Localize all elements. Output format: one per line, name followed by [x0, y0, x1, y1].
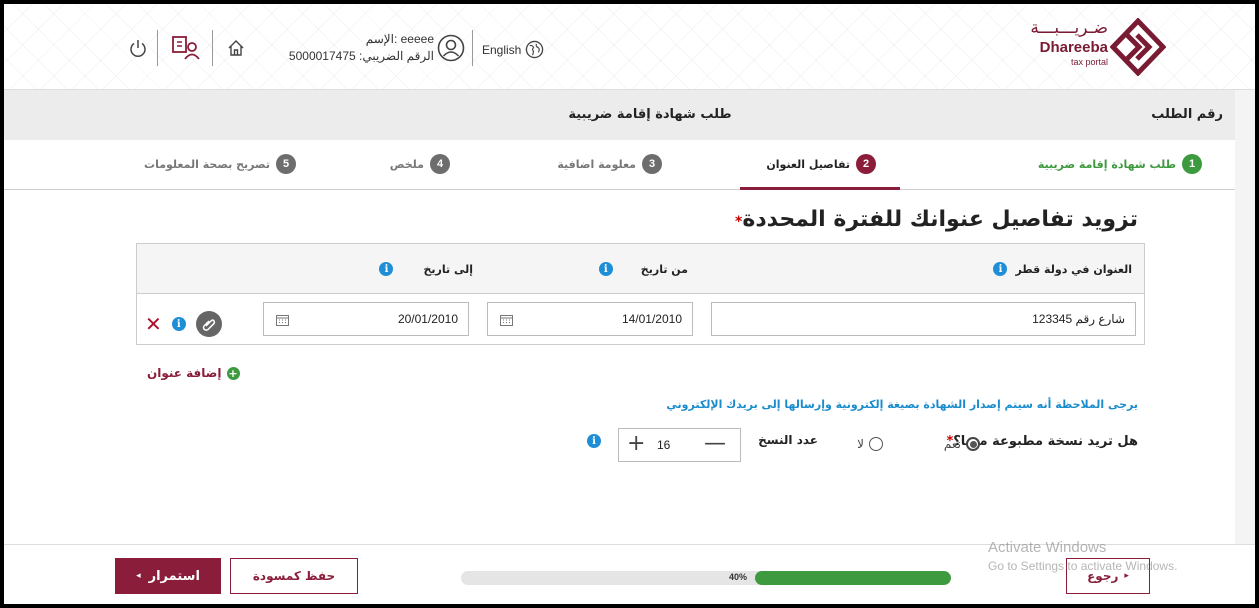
row-actions: ✕ i — [145, 311, 222, 337]
radio-no[interactable]: لا — [857, 437, 883, 451]
info-icon[interactable]: i — [598, 262, 613, 276]
decrement-icon[interactable]: — — [704, 431, 726, 456]
column-header-to-date: إلى تاريخ i — [379, 244, 473, 294]
power-icon[interactable] — [128, 38, 148, 58]
from-date-input[interactable]: 14/01/2010 — [487, 302, 693, 336]
step-declaration[interactable]: 5 تصريح بصحة المعلومات — [144, 153, 296, 175]
increment-icon[interactable]: + — [627, 431, 645, 456]
progress-fill — [755, 571, 951, 585]
main-content: تزويد تفاصيل عنوانك للفترة المحددة* العن… — [4, 191, 1235, 507]
app-window: ضـريـــبـــة Dhareeba tax portal English… — [4, 4, 1255, 604]
email-delivery-note: يرجى الملاحظة أنه سيتم إصدار الشهادة بصي… — [666, 398, 1138, 411]
save-draft-button[interactable]: حفظ كمسودة — [230, 558, 358, 594]
column-header-from-date: من تاريخ i — [598, 244, 688, 294]
step-label: طلب شهادة إقامة ضريبية — [1037, 157, 1176, 171]
radio-yes[interactable]: نعم — [944, 437, 980, 451]
activation-watermark-title: Activate Windows — [988, 539, 1107, 556]
step-label: تفاصيل العنوان — [766, 157, 850, 171]
column-label: إلى تاريخ — [423, 262, 473, 276]
step-summary[interactable]: 4 ملخص — [390, 153, 450, 175]
progress-stepper: 1 طلب شهادة إقامة ضريبية 2 تفاصيل العنوا… — [4, 140, 1235, 190]
language-label: English — [482, 42, 522, 57]
step-number: 4 — [430, 154, 450, 174]
calendar-icon[interactable] — [276, 314, 289, 326]
column-label: العنوان في دولة قطر — [1015, 262, 1132, 276]
switch-account-icon[interactable] — [171, 35, 201, 61]
active-step-indicator — [740, 187, 900, 190]
copies-label: عدد النسخ — [758, 433, 818, 447]
address-input[interactable]: شارع رقم 123345 — [711, 302, 1136, 336]
continue-button[interactable]: استمرار ◂ — [115, 558, 221, 594]
column-header-address: العنوان في دولة قطر i — [993, 244, 1132, 294]
calendar-icon[interactable] — [500, 314, 513, 326]
dhareeba-logo-icon — [1110, 18, 1166, 76]
step-number: 5 — [276, 154, 296, 174]
attachment-icon[interactable] — [195, 311, 222, 337]
address-table: العنوان في دولة قطر i من تاريخ i إلى تار… — [136, 243, 1145, 345]
logo-subtitle: tax portal — [1070, 57, 1108, 67]
step-number: 3 — [642, 154, 662, 174]
step-additional-info[interactable]: 3 معلومة اضافية — [557, 153, 662, 175]
logo-english-text: Dhareeba — [1039, 39, 1108, 56]
add-address-button[interactable]: + إضافة عنوان — [147, 366, 240, 380]
arrow-left-icon: ◂ — [136, 571, 141, 581]
user-icon[interactable] — [437, 34, 465, 62]
copies-stepper[interactable]: + 16 — — [618, 428, 741, 462]
header-divider — [212, 30, 213, 66]
request-title: طلب شهادة إقامة ضريبية — [568, 107, 732, 122]
step-number: 1 — [1182, 154, 1202, 174]
logo-arabic-text: ضـريـــبـــة — [1030, 18, 1108, 38]
globe-icon — [526, 40, 544, 59]
step-label: ملخص — [389, 157, 424, 171]
copies-value[interactable]: 16 — [657, 438, 670, 452]
request-number-label: رقم الطلب — [1151, 107, 1223, 122]
column-label: من تاريخ — [640, 262, 688, 276]
step-address-details[interactable]: 2 تفاصيل العنوان — [766, 153, 876, 175]
top-header: ضـريـــبـــة Dhareeba tax portal English… — [4, 4, 1255, 90]
header-divider — [157, 30, 158, 66]
radio-button-selected[interactable] — [966, 437, 980, 451]
from-date-value: 14/01/2010 — [621, 312, 682, 326]
step-label: معلومة اضافية — [557, 157, 636, 171]
info-icon[interactable]: i — [171, 317, 186, 331]
plus-circle-icon: + — [226, 366, 240, 380]
progress-label: 40% — [729, 572, 748, 582]
delete-row-icon[interactable]: ✕ — [145, 314, 162, 334]
language-switch[interactable]: English — [482, 40, 544, 59]
info-icon[interactable]: i — [587, 434, 601, 448]
radio-button[interactable] — [869, 437, 883, 451]
user-name: الإسم: eeeee — [365, 32, 434, 46]
vertical-scrollbar[interactable] — [1235, 90, 1255, 600]
step-number: 2 — [856, 154, 876, 174]
home-icon[interactable] — [226, 38, 246, 58]
step-tax-residency-request[interactable]: 1 طلب شهادة إقامة ضريبية — [1038, 153, 1202, 175]
info-icon[interactable]: i — [993, 262, 1008, 276]
activation-watermark-subtitle: Go to Settings to activate Windows. — [988, 559, 1178, 573]
request-title-bar: رقم الطلب طلب شهادة إقامة ضريبية — [4, 90, 1235, 140]
user-tax-number: الرقم الضريبي: 5000017475 — [288, 49, 434, 63]
page-heading: تزويد تفاصيل عنوانك للفترة المحددة* — [735, 207, 1138, 232]
header-divider — [472, 30, 473, 66]
heading-text: تزويد تفاصيل عنوانك للفترة المحددة — [742, 207, 1138, 232]
add-address-label: إضافة عنوان — [147, 366, 222, 380]
radio-yes-label: نعم — [943, 437, 961, 451]
to-date-input[interactable]: 20/01/2010 — [263, 302, 469, 336]
progress-bar: 40% — [461, 571, 951, 585]
continue-label: استمرار — [148, 568, 200, 584]
question-text: هل تريد نسخة مطبوعة منها؟ — [953, 434, 1138, 449]
info-icon[interactable]: i — [379, 262, 394, 276]
radio-no-label: لا — [857, 437, 864, 451]
step-label: تصريح بصحة المعلومات — [144, 157, 270, 171]
to-date-value: 20/01/2010 — [397, 312, 458, 326]
